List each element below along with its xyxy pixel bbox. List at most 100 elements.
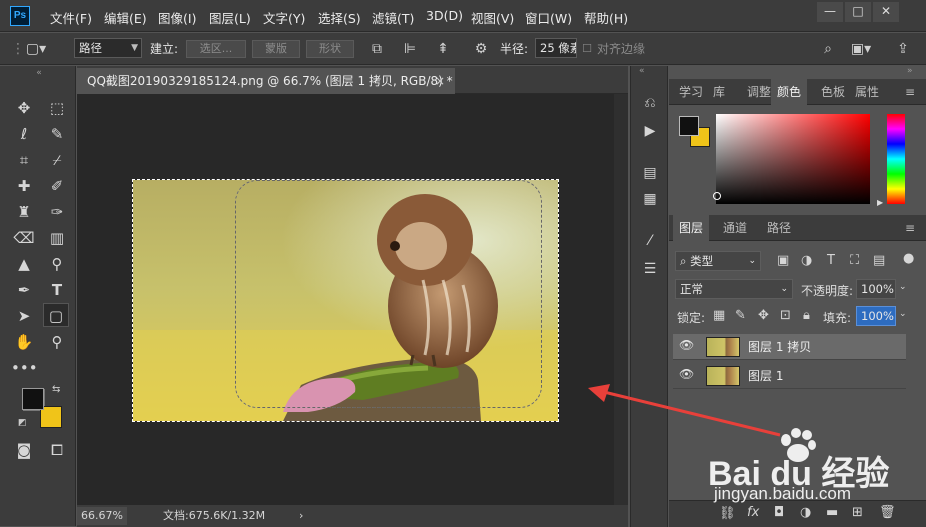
color-field[interactable] bbox=[716, 114, 870, 204]
menu-image[interactable]: 图像(I) bbox=[158, 8, 196, 27]
blend-mode-select[interactable]: 正常 ⌄ bbox=[675, 279, 793, 299]
menu-file[interactable]: 文件(F) bbox=[50, 8, 92, 27]
tab-properties[interactable]: 属性 bbox=[849, 79, 885, 105]
menu-help[interactable]: 帮助(H) bbox=[584, 8, 628, 27]
share-icon[interactable]: ⇪ bbox=[893, 39, 913, 59]
brush-tool-icon[interactable]: ✐ bbox=[44, 174, 70, 198]
tab-channels[interactable]: 通道 bbox=[717, 215, 753, 241]
more-tools-icon[interactable]: ••• bbox=[11, 356, 38, 380]
rounded-rectangle-path[interactable] bbox=[235, 180, 542, 408]
marquee-tool-icon[interactable]: ⬚ bbox=[44, 96, 70, 120]
menu-edit[interactable]: 编辑(E) bbox=[104, 8, 147, 27]
path-arrangement-icon[interactable]: ⇞ bbox=[433, 39, 453, 59]
fill-input[interactable]: 100% bbox=[856, 306, 896, 326]
layers-panel-menu-icon[interactable]: ≡ bbox=[899, 215, 921, 241]
panel-menu-icon[interactable]: ≡ bbox=[899, 79, 921, 105]
layer-row[interactable]: 👁︎ 图层 1 拷贝 bbox=[673, 334, 906, 360]
menu-view[interactable]: 视图(V) bbox=[471, 8, 514, 27]
lock-position-icon[interactable]: ✥ bbox=[758, 308, 769, 323]
layer-name[interactable]: 图层 1 拷贝 bbox=[748, 334, 811, 360]
swap-colors-icon[interactable]: ⇆ bbox=[52, 384, 60, 395]
healing-brush-tool-icon[interactable]: ✚ bbox=[11, 174, 37, 198]
status-menu-arrow[interactable]: › bbox=[299, 505, 303, 527]
hue-slider-handle-icon[interactable]: ▶ bbox=[877, 198, 883, 207]
move-tool-icon[interactable]: ✥ bbox=[11, 96, 37, 120]
filter-pixel-icon[interactable]: ▣ bbox=[777, 253, 789, 268]
tab-paths[interactable]: 路径 bbox=[761, 215, 797, 241]
quick-mask-icon[interactable]: ◙ bbox=[11, 438, 37, 462]
vertical-scrollbar[interactable] bbox=[614, 94, 628, 505]
default-colors-icon[interactable]: ◩ bbox=[18, 418, 27, 428]
menu-type[interactable]: 文字(Y) bbox=[263, 8, 305, 27]
make-selection-button[interactable]: 选区... bbox=[186, 40, 246, 58]
filter-shape-icon[interactable]: ⛶ bbox=[850, 253, 859, 268]
adjust-sliders-icon[interactable]: ☰ bbox=[637, 258, 663, 280]
eraser-tool-icon[interactable]: ⌫ bbox=[11, 226, 37, 250]
search-icon[interactable]: ⌕ bbox=[818, 39, 838, 59]
eye-icon[interactable]: 👁︎ bbox=[679, 367, 694, 381]
workspace-icon[interactable]: ▣▾ bbox=[848, 39, 874, 59]
close-tab-icon[interactable]: × bbox=[435, 68, 445, 94]
document-tab[interactable]: QQ截图20190329185124.png @ 66.7% (图层 1 拷贝,… bbox=[77, 68, 455, 94]
filter-smart-object-icon[interactable]: ▤ bbox=[873, 253, 885, 268]
hue-slider[interactable] bbox=[887, 114, 905, 204]
dodge-tool-icon[interactable]: ⚲ bbox=[44, 252, 70, 276]
fill-chevron-icon[interactable]: ⌄ bbox=[899, 309, 907, 319]
notes-panel-icon[interactable]: ▦ bbox=[637, 188, 663, 210]
properties-panel-icon[interactable]: ▤ bbox=[637, 162, 663, 184]
tab-swatches[interactable]: 色板 bbox=[815, 79, 851, 105]
menu-filter[interactable]: 滤镜(T) bbox=[372, 8, 414, 27]
color-picker-handle[interactable] bbox=[713, 192, 721, 200]
history-brush-tool-icon[interactable]: ✑ bbox=[44, 200, 70, 224]
menu-select[interactable]: 选择(S) bbox=[318, 8, 361, 27]
collapse-dock-icon[interactable]: « bbox=[639, 66, 645, 76]
tab-layers[interactable]: 图层 bbox=[673, 215, 710, 241]
hand-tool-icon[interactable]: ✋ bbox=[11, 330, 37, 354]
filter-adjustment-icon[interactable]: ◑ bbox=[801, 253, 812, 268]
menu-window[interactable]: 窗口(W) bbox=[525, 8, 572, 27]
collapse-panels-icon[interactable]: » bbox=[907, 66, 913, 76]
clone-stamp-tool-icon[interactable]: ♜ bbox=[11, 200, 37, 224]
history-panel-icon[interactable]: ⎌ bbox=[637, 92, 663, 114]
tab-color[interactable]: 颜色 bbox=[771, 79, 808, 105]
menu-layer[interactable]: 图层(L) bbox=[209, 8, 251, 27]
tab-libraries[interactable]: 库 bbox=[707, 79, 731, 105]
zoom-tool-icon[interactable]: ⚲ bbox=[44, 330, 70, 354]
quick-selection-tool-icon[interactable]: ✎ bbox=[44, 122, 70, 146]
pen-tool-icon[interactable]: ✒ bbox=[11, 278, 37, 302]
image-canvas[interactable] bbox=[132, 179, 559, 422]
gear-icon[interactable]: ⚙ bbox=[471, 39, 491, 59]
close-window-button[interactable]: ✕ bbox=[873, 2, 899, 22]
lock-transparent-icon[interactable]: ▦ bbox=[713, 308, 725, 323]
link-layers-icon[interactable]: ⛓ bbox=[719, 506, 736, 521]
opacity-input[interactable]: 100% bbox=[856, 279, 896, 299]
make-shape-button[interactable]: 形状 bbox=[306, 40, 354, 58]
path-alignment-icon[interactable]: ⊫ bbox=[400, 39, 420, 59]
tool-mode-select[interactable]: 路径 ▼ bbox=[74, 38, 142, 58]
lock-artboard-icon[interactable]: ⊡ bbox=[780, 308, 791, 323]
filter-type-icon[interactable]: T bbox=[827, 253, 835, 268]
zoom-level[interactable]: 66.67% bbox=[77, 507, 127, 525]
make-mask-button[interactable]: 蒙版 bbox=[252, 40, 300, 58]
gradient-tool-icon[interactable]: ▥ bbox=[44, 226, 70, 250]
screen-mode-icon[interactable]: ⧠ bbox=[44, 438, 70, 462]
path-operations-icon[interactable]: ⧉ bbox=[367, 39, 387, 59]
brush-settings-icon[interactable]: ⁄ bbox=[637, 230, 663, 252]
crop-tool-icon[interactable]: ⌗ bbox=[11, 148, 37, 172]
lasso-tool-icon[interactable]: ℓ bbox=[11, 122, 37, 146]
lock-image-icon[interactable]: ✎ bbox=[735, 308, 746, 323]
lock-all-icon[interactable]: 🔒︎ bbox=[803, 308, 810, 323]
blur-tool-icon[interactable]: ▲ bbox=[11, 252, 37, 276]
tab-learn[interactable]: 学习 bbox=[673, 79, 709, 105]
menu-3d[interactable]: 3D(D) bbox=[426, 8, 463, 23]
radius-input[interactable]: 25 像素 bbox=[535, 38, 577, 58]
layer-filter-select[interactable]: ⌕ 类型 ⌄ bbox=[675, 251, 761, 271]
rounded-rectangle-tool-icon[interactable]: ▢ bbox=[43, 303, 69, 327]
align-edges-checkbox[interactable]: ☐ bbox=[580, 39, 594, 59]
maximize-button[interactable]: □ bbox=[845, 2, 871, 22]
minimize-button[interactable]: — bbox=[817, 2, 843, 22]
foreground-color-swatch[interactable] bbox=[22, 388, 44, 410]
actions-play-icon[interactable]: ▶ bbox=[637, 120, 663, 142]
eye-icon[interactable]: 👁︎ bbox=[679, 338, 694, 352]
rounded-rect-tool-preset-icon[interactable]: ▢▾ bbox=[22, 39, 50, 59]
